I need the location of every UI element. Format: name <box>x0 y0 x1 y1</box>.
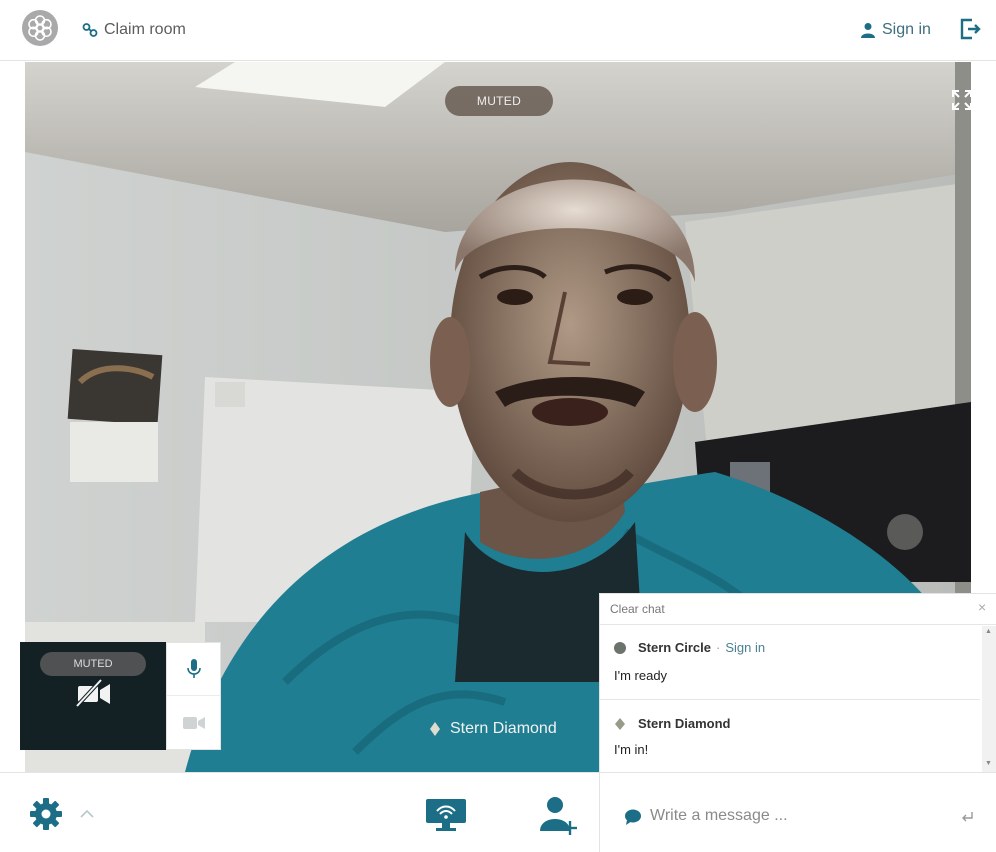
local-video-preview: MUTED <box>20 642 166 750</box>
fullscreen-icon[interactable] <box>951 89 971 111</box>
link-icon <box>82 23 98 37</box>
top-bar: Claim room Sign in <box>0 0 996 61</box>
camera-off-icon <box>75 678 110 708</box>
microphone-toggle[interactable] <box>167 643 220 696</box>
enter-key-icon[interactable] <box>960 811 974 823</box>
claim-room-link[interactable]: Claim room <box>82 19 186 41</box>
chat-header: Clear chat × <box>600 594 996 625</box>
remote-muted-badge: MUTED <box>445 86 553 116</box>
diamond-avatar-icon <box>615 717 625 730</box>
remote-name-label: Stern Diamond <box>450 720 557 737</box>
message-author: Stern Diamond <box>614 716 730 731</box>
camera-disabled-icon <box>182 717 205 729</box>
chat-composer <box>599 773 996 852</box>
local-media-controls <box>166 642 221 750</box>
chat-scrollbar[interactable]: ▲ ▼ <box>982 626 996 772</box>
close-icon[interactable]: × <box>978 599 986 615</box>
chat-bubble-icon <box>625 809 641 825</box>
author-name: Stern Diamond <box>638 716 731 731</box>
screen-share-icon[interactable] <box>424 797 468 833</box>
bottom-toolbar <box>0 772 996 852</box>
camera-toggle[interactable] <box>167 697 220 749</box>
author-separator: · <box>715 640 721 655</box>
chat-panel: Clear chat × Stern Circle · Sign in I'm … <box>599 593 996 772</box>
claim-room-label: Claim room <box>104 21 186 38</box>
chat-message: Stern Circle · Sign in I'm ready <box>600 626 980 700</box>
clear-chat-button[interactable]: Clear chat <box>610 602 665 616</box>
scroll-down-arrow-icon[interactable]: ▼ <box>985 760 992 767</box>
message-author: Stern Circle · Sign in <box>614 640 765 655</box>
remote-participant-name: Stern Diamond <box>430 718 557 740</box>
message-text: I'm in! <box>614 742 649 757</box>
exit-icon[interactable] <box>958 17 982 41</box>
microphone-icon <box>186 659 201 678</box>
chevron-up-icon[interactable] <box>80 809 94 819</box>
diamond-avatar-icon <box>430 722 440 736</box>
flower-logo-icon[interactable] <box>22 10 58 46</box>
user-icon <box>861 23 875 38</box>
message-input[interactable] <box>650 803 950 829</box>
chat-sign-in-link[interactable]: Sign in <box>725 640 765 655</box>
add-user-icon[interactable] <box>538 795 578 835</box>
message-text: I'm ready <box>614 668 668 683</box>
scroll-up-arrow-icon[interactable]: ▲ <box>985 628 992 635</box>
circle-avatar-icon <box>614 641 626 654</box>
local-muted-badge: MUTED <box>40 652 146 676</box>
author-name: Stern Circle <box>638 640 711 655</box>
gear-icon[interactable] <box>29 797 63 831</box>
sign-in-label: Sign in <box>882 21 931 38</box>
sign-in-link[interactable]: Sign in <box>860 19 931 41</box>
chat-message: Stern Diamond I'm in! <box>600 702 980 772</box>
